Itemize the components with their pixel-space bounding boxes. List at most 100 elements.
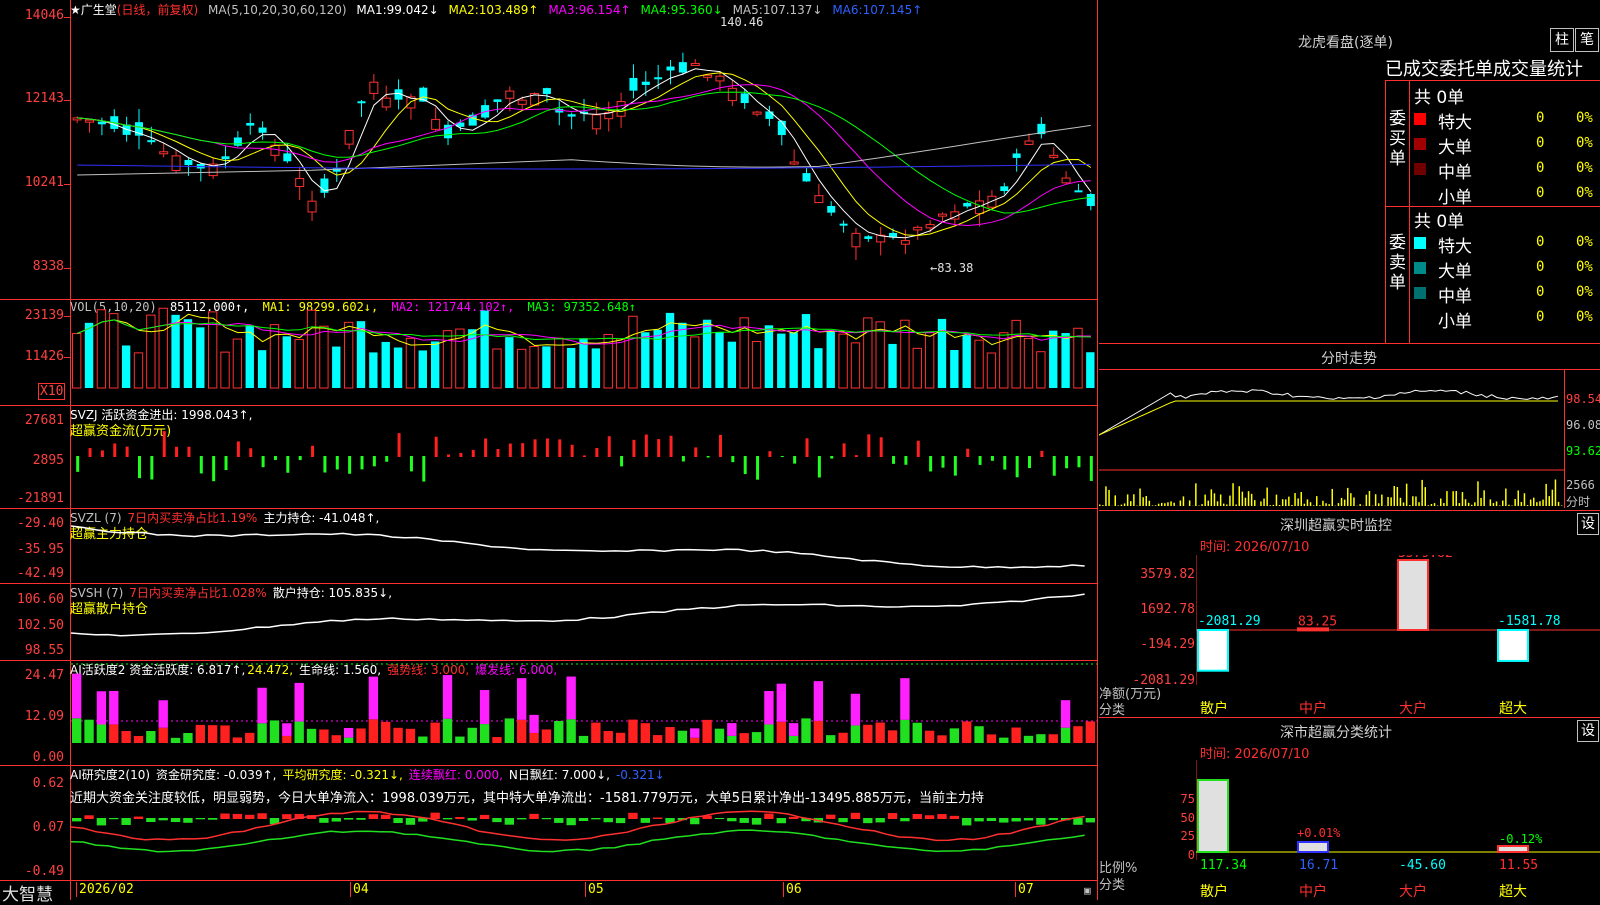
sell-row-name: 大单: [1438, 257, 1472, 282]
sell-row-swatch: [1414, 287, 1426, 299]
volume-chart[interactable]: [71, 300, 1097, 405]
activity-bar: [740, 733, 749, 743]
flow-bar: [447, 454, 450, 457]
sell-row-name: 小单: [1438, 307, 1472, 332]
activity-bar: [950, 728, 959, 743]
flow-bar: [793, 456, 796, 464]
research-bar: [875, 818, 884, 822]
column-view-button[interactable]: 柱: [1550, 28, 1574, 52]
monitor-cat-large: 大户: [1399, 698, 1427, 718]
ai-research-chart[interactable]: [71, 766, 1097, 880]
intraday-vol-bar: [1328, 504, 1330, 506]
intraday-chart[interactable]: [1099, 370, 1564, 508]
sell-row-swatch: [1414, 312, 1426, 324]
activity-bar: [628, 720, 637, 743]
chart-area[interactable]: ★广生堂(日线，前复权) MA(5,10,20,30,60,120) MA1:9…: [0, 0, 1098, 900]
stat-y-label: 0: [1159, 848, 1195, 862]
ai-activity-chart[interactable]: [71, 661, 1097, 765]
activity-bar: [332, 735, 341, 743]
activity-bar: [505, 718, 514, 743]
volume-bar: [382, 342, 390, 388]
activity-bar: [1073, 726, 1082, 743]
stat-cat-mid: 中户: [1299, 881, 1327, 901]
candle-body: [568, 114, 576, 116]
intraday-vol-bar: [1260, 501, 1262, 506]
intraday-vol-bar: [1279, 505, 1281, 506]
research-bar: [183, 818, 192, 823]
stat-y-label: 25: [1159, 829, 1195, 843]
activity-bar: [369, 719, 378, 743]
volume-bar: [963, 335, 971, 388]
monitor-settings-button[interactable]: 设: [1577, 513, 1599, 535]
intraday-vol-bar: [1524, 493, 1526, 506]
flow-bar: [1028, 456, 1031, 468]
candle-body: [790, 162, 798, 164]
flow-bar: [855, 455, 858, 457]
candle-body: [654, 77, 662, 79]
panel-divider: [0, 880, 1098, 881]
candle-body: [864, 236, 872, 239]
research-bar: [950, 816, 959, 819]
buy-row-swatch: [1414, 113, 1426, 125]
intraday-vol-bar: [1307, 499, 1309, 506]
intraday-vol-bar: [1325, 503, 1327, 506]
activity-peak-bar: [851, 694, 860, 726]
research-bar: [468, 818, 477, 821]
intraday-vol-bar: [1164, 503, 1166, 506]
stat-settings-button[interactable]: 设: [1577, 720, 1599, 742]
research-bar: [1011, 818, 1020, 821]
volume-bar: [221, 352, 229, 388]
flow-bar: [719, 435, 722, 457]
intraday-vol-bar: [1456, 491, 1458, 506]
research-bar: [900, 818, 909, 821]
research-bar: [838, 818, 847, 822]
flow-bar: [608, 436, 611, 457]
sell-row-name: 中单: [1438, 282, 1472, 307]
volume-bar: [332, 347, 340, 388]
monitor-time: 时间: 2026/07/10: [1200, 536, 1309, 555]
volume-bar: [802, 314, 810, 388]
activity-bar: [542, 729, 551, 743]
date-label: 04: [350, 882, 369, 897]
activity-bar: [962, 721, 971, 743]
svzl-chart[interactable]: [71, 509, 1097, 583]
flow-bar: [521, 443, 524, 457]
intraday-vol-bar: [1211, 489, 1213, 506]
activity-bar: [801, 718, 810, 743]
svzj-chart[interactable]: [71, 406, 1097, 508]
intraday-vol-bar: [1428, 505, 1430, 506]
candlestick-chart[interactable]: [71, 0, 1097, 299]
activity-peak-bar: [369, 677, 378, 720]
monitor-bar-chart[interactable]: -2081.2983.253579.82-1581.78: [1196, 555, 1600, 695]
volume-bar: [1024, 339, 1032, 388]
buy-row-percent: 0%: [1576, 185, 1593, 201]
volume-bar: [839, 334, 847, 388]
intraday-vol-bar: [1189, 500, 1191, 506]
intraday-vol-bar: [1251, 494, 1253, 506]
candle-body: [357, 101, 365, 103]
candle-body: [938, 214, 946, 216]
lock-icon[interactable]: ▣: [1084, 884, 1091, 897]
intraday-vol-bar: [1229, 496, 1231, 506]
stat-value-mid: 16.71: [1299, 858, 1338, 873]
buy-row-value: 0: [1536, 160, 1544, 176]
activity-bar: [529, 733, 538, 743]
volume-bar: [196, 327, 204, 388]
svsh-chart[interactable]: [71, 584, 1097, 660]
candle-body: [691, 63, 699, 65]
activity-bar: [1061, 728, 1070, 743]
monitor-y-label: -194.29: [1099, 637, 1195, 652]
candle-body: [926, 225, 934, 228]
ai-activity-y-label: 24.47: [0, 668, 64, 683]
stat-bar-label: +0.01%: [1297, 826, 1340, 840]
intraday-vol-bar: [1288, 497, 1290, 506]
tick-view-button[interactable]: 笔: [1575, 28, 1599, 52]
candle-body: [704, 75, 712, 77]
intraday-vol-bar: [1468, 503, 1470, 506]
candle-body: [642, 82, 650, 85]
volume-bar: [579, 338, 587, 388]
intraday-vol-bar: [1313, 505, 1315, 506]
flow-bar: [657, 439, 660, 457]
activity-peak-bar: [900, 678, 909, 720]
volume-bar: [814, 348, 822, 388]
